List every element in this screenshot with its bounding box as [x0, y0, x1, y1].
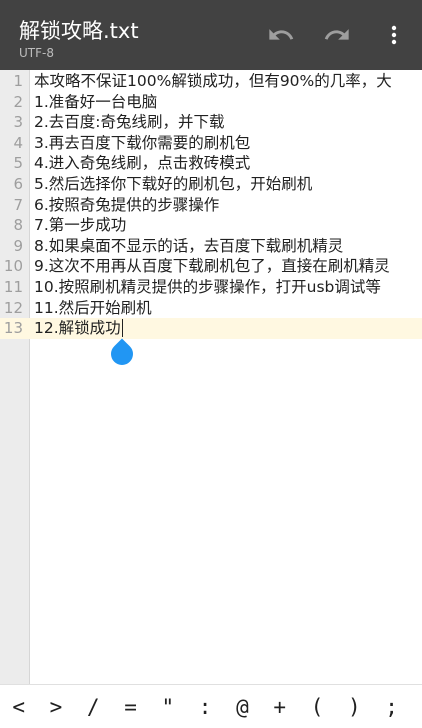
line-text[interactable]: 4.进入奇兔线刷，点击救砖模式 — [34, 153, 250, 174]
editor-line[interactable]: 5 4.进入奇兔线刷，点击救砖模式 — [0, 153, 422, 174]
redo-icon — [324, 29, 349, 40]
line-number: 12 — [3, 298, 23, 317]
line-number: 13 — [3, 319, 23, 338]
editor-line[interactable]: 6 5.然后选择你下载好的刷机包，开始刷机 — [0, 174, 422, 195]
symbol-key[interactable]: ( — [298, 695, 335, 719]
line-number: 7 — [13, 195, 23, 214]
undo-icon — [269, 29, 294, 40]
line-number: 10 — [3, 257, 23, 276]
symbol-key[interactable]: / — [75, 695, 112, 719]
app-toolbar: 解锁攻略.txt UTF-8 — [0, 0, 422, 70]
overflow-menu-button[interactable] — [377, 18, 411, 52]
symbol-key[interactable]: > — [37, 695, 74, 719]
editor-line[interactable]: 11 10.按照刷机精灵提供的步骤操作，打开usb调试等 — [0, 277, 422, 298]
redo-button[interactable] — [320, 18, 354, 52]
line-text[interactable]: 11.然后开始刷机 — [34, 298, 152, 319]
line-number: 4 — [13, 133, 23, 152]
symbol-key[interactable]: ) — [336, 695, 373, 719]
symbol-key[interactable]: , — [410, 695, 422, 719]
line-number: 8 — [13, 216, 23, 235]
symbol-key[interactable]: < — [0, 695, 37, 719]
line-number: 6 — [13, 175, 23, 193]
text-caret — [121, 319, 124, 338]
editor-line[interactable]: 9 8.如果桌面不显示的话，去百度下载刷机精灵 — [0, 236, 422, 257]
line-text[interactable]: 本攻略不保证100%解锁成功，但有90%的几率，大 — [34, 71, 392, 92]
line-number: 11 — [3, 278, 23, 296]
line-number: 9 — [13, 236, 23, 255]
line-text[interactable]: 12.解锁成功 — [34, 318, 121, 339]
line-text[interactable]: 6.按照奇兔提供的步骤操作 — [34, 195, 219, 216]
line-number: 3 — [13, 113, 23, 132]
editor-line[interactable]: 1 本攻略不保证100%解锁成功，但有90%的几率，大 — [0, 71, 422, 92]
symbol-key[interactable]: + — [261, 695, 298, 719]
symbol-key[interactable]: : — [186, 695, 223, 719]
editor-line[interactable]: 12 11.然后开始刷机 — [0, 298, 422, 319]
line-text[interactable]: 8.如果桌面不显示的话，去百度下载刷机精灵 — [34, 236, 343, 257]
editor-line[interactable]: 7 6.按照奇兔提供的步骤操作 — [0, 195, 422, 216]
editor-line[interactable]: 3 2.去百度:奇兔线刷，并下载 — [0, 112, 422, 133]
caret-handle-icon[interactable] — [106, 338, 138, 370]
symbol-key[interactable]: ; — [373, 695, 410, 719]
undo-button[interactable] — [264, 18, 298, 52]
symbol-key[interactable]: " — [149, 695, 186, 719]
line-text[interactable]: 10.按照刷机精灵提供的步骤操作，打开usb调试等 — [34, 277, 381, 298]
line-text[interactable]: 9.这次不用再从百度下载刷机包了，直接在刷机精灵 — [34, 256, 390, 277]
line-text[interactable]: 7.第一步成功 — [34, 215, 126, 236]
line-text[interactable]: 2.去百度:奇兔线刷，并下载 — [34, 112, 225, 133]
line-text[interactable]: 3.再去百度下载你需要的刷机包 — [34, 133, 250, 154]
line-number: 2 — [13, 92, 23, 111]
symbol-bar: <>/=":@+();, — [0, 684, 422, 728]
editor-line[interactable]: 10 9.这次不用再从百度下载刷机包了，直接在刷机精灵 — [0, 256, 422, 277]
editor-line[interactable]: 4 3.再去百度下载你需要的刷机包 — [0, 133, 422, 154]
text-editor[interactable]: 1 本攻略不保证100%解锁成功，但有90%的几率，大 2 1.准备好一台电脑 3 2.去… — [0, 70, 422, 684]
line-text[interactable]: 5.然后选择你下载好的刷机包，开始刷机 — [34, 174, 312, 195]
line-text[interactable]: 1.准备好一台电脑 — [34, 92, 157, 113]
symbol-key[interactable]: = — [112, 695, 149, 719]
file-title: 解锁攻略.txt — [19, 19, 139, 43]
line-number: 5 — [13, 154, 23, 173]
symbol-key[interactable]: @ — [224, 695, 261, 719]
file-encoding[interactable]: UTF-8 — [19, 46, 54, 60]
editor-line[interactable]: 8 7.第一步成功 — [0, 215, 422, 236]
editor-line[interactable]: 2 1.准备好一台电脑 — [0, 92, 422, 113]
editor-line[interactable]: 13 12.解锁成功 — [0, 318, 422, 339]
more-vert-icon — [391, 25, 397, 45]
line-number: 1 — [13, 72, 23, 90]
